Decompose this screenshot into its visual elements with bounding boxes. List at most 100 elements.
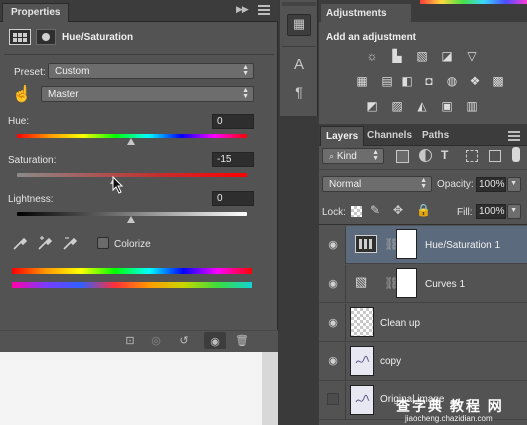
filter-smart-object-icon[interactable] — [489, 150, 501, 162]
layer-row[interactable] — [319, 265, 527, 303]
curves-icon[interactable]: ▧ — [414, 49, 430, 63]
adjustments-tab[interactable]: Adjustments — [321, 4, 411, 22]
filter-type-icon[interactable]: T — [441, 148, 448, 162]
divider — [319, 224, 527, 225]
layer-mask-thumbnail[interactable] — [396, 229, 417, 259]
lock-position-icon[interactable]: ✥ — [393, 203, 403, 217]
character-dock-icon[interactable]: A — [290, 56, 308, 74]
preset-value: Custom — [55, 66, 90, 77]
visibility-toggle-off[interactable] — [327, 393, 339, 405]
selective-color-icon[interactable]: ▣ — [439, 99, 455, 113]
view-previous-icon[interactable]: ◎ — [148, 334, 164, 348]
layer-filter-dropdown[interactable]: ⌕ Kind ▲ ▼ — [322, 148, 384, 164]
lock-transparent-icon[interactable] — [351, 206, 362, 217]
photo-filter-icon[interactable]: ◍ — [444, 74, 460, 88]
saturation-slider-track[interactable] — [17, 173, 247, 177]
divider — [319, 169, 527, 170]
tab-channels[interactable]: Channels — [362, 126, 417, 146]
preset-label: Preset: — [14, 67, 46, 78]
eye-icon[interactable]: ◉ — [326, 279, 340, 290]
lock-paint-brush-icon[interactable]: ✎ — [370, 203, 380, 217]
output-color-spectrum — [12, 282, 252, 288]
hue-slider-thumb[interactable] — [127, 138, 135, 145]
lightness-value-field[interactable]: 0 — [212, 191, 254, 206]
color-lookup-icon[interactable]: ▩ — [490, 74, 506, 88]
paragraph-dock-icon[interactable]: ¶ — [290, 84, 308, 102]
lightness-slider-thumb[interactable] — [127, 216, 135, 223]
preset-dropdown[interactable]: Custom ▲ ▼ — [48, 63, 254, 79]
layer-name: Hue/Saturation 1 — [425, 240, 501, 251]
adjustment-layer-icon[interactable] — [9, 29, 31, 45]
trash-icon[interactable]: 🗑 — [234, 334, 250, 348]
opacity-stepper[interactable]: ▼ — [507, 177, 521, 192]
blend-mode-dropdown[interactable]: Normal ▲ ▼ — [322, 176, 432, 192]
targeted-adjustment-hand-icon[interactable]: ☝ — [12, 84, 32, 104]
opacity-value-field[interactable]: 100% — [476, 177, 506, 192]
dock-empty-area — [280, 116, 318, 425]
fill-stepper[interactable]: ▼ — [507, 204, 521, 219]
blend-mode-value: Normal — [329, 179, 362, 190]
layers-menu-icon[interactable] — [508, 131, 520, 141]
properties-tab[interactable]: Properties — [2, 3, 70, 22]
colorize-checkbox[interactable] — [97, 237, 109, 249]
eyedropper-icon[interactable] — [12, 235, 28, 251]
curves-layer-thumb-icon: ▧ — [355, 274, 368, 289]
divider — [4, 54, 274, 55]
eye-icon[interactable]: ◉ — [326, 318, 340, 329]
mouse-cursor-icon — [112, 175, 126, 194]
eyedropper-minus-icon[interactable] — [62, 235, 78, 251]
colorize-label: Colorize — [114, 239, 151, 250]
layer-name: Curves 1 — [425, 279, 466, 290]
filter-adjustment-icon[interactable] — [419, 149, 432, 162]
chevron-down-icon: ▼ — [510, 180, 517, 187]
panel-menu-icon[interactable] — [258, 5, 270, 15]
clip-to-layer-icon[interactable]: ⊡ — [122, 334, 138, 348]
dropdown-arrows-icon: ▲ ▼ — [242, 64, 249, 77]
collapse-panel-icon[interactable]: ▶▶ — [236, 4, 249, 15]
saturation-value-field[interactable]: -15 — [212, 152, 254, 167]
eye-icon[interactable]: ◉ — [326, 240, 340, 251]
opacity-label: Opacity: — [437, 179, 474, 190]
dropdown-arrows-icon: ▲ ▼ — [242, 87, 249, 100]
properties-dock-icon: ▦ — [292, 16, 306, 31]
eye-icon[interactable]: ◉ — [326, 356, 340, 367]
filter-toggle-switch[interactable] — [512, 147, 520, 162]
layer-thumbnail — [350, 385, 374, 415]
hue-value-field[interactable]: 0 — [212, 114, 254, 129]
exposure-icon[interactable]: ◪ — [439, 49, 455, 63]
tab-paths[interactable]: Paths — [417, 126, 454, 146]
fill-value-field[interactable]: 100% — [476, 204, 506, 219]
eyedropper-plus-icon[interactable] — [37, 235, 53, 251]
lightness-label: Lightness: — [8, 194, 54, 205]
channel-dropdown[interactable]: Master ▲ ▼ — [41, 86, 254, 102]
chevron-down-icon: ▼ — [510, 207, 517, 214]
tab-layers[interactable]: Layers — [320, 126, 365, 146]
reset-icon[interactable]: ↺ — [176, 334, 192, 348]
dropdown-arrows-icon: ▲ ▼ — [420, 177, 427, 190]
levels-icon[interactable]: ▙ — [389, 49, 405, 63]
layer-mask-thumbnail[interactable] — [396, 268, 417, 298]
add-adjustment-label: Add an adjustment — [326, 32, 417, 43]
posterize-icon[interactable]: ▨ — [389, 99, 405, 113]
color-balance-icon[interactable]: ◧ — [399, 74, 415, 88]
search-icon: ⌕ — [329, 151, 335, 161]
layer-mask-icon[interactable] — [36, 29, 56, 45]
bw-icon[interactable]: ◘ — [421, 74, 437, 88]
lock-all-icon[interactable]: 🔒 — [416, 203, 431, 217]
filter-shape-icon[interactable] — [466, 150, 478, 162]
hue-sat-icon[interactable]: ▤ — [379, 74, 395, 88]
layer-thumbnail — [350, 346, 374, 376]
layer-name: Clean up — [380, 318, 421, 329]
dropdown-arrows-icon: ▲ ▼ — [372, 149, 379, 162]
gradient-triangle-icon[interactable]: ▽ — [464, 49, 480, 63]
threshold-icon[interactable]: ◭ — [414, 99, 430, 113]
channel-mixer-icon[interactable]: ❖ — [467, 74, 483, 88]
brightness-icon[interactable]: ☼ — [364, 49, 380, 63]
canvas-scrollbar[interactable] — [262, 352, 278, 425]
filter-pixel-icon[interactable] — [396, 150, 409, 163]
hue-label: Hue: — [8, 116, 30, 127]
gradient-map-icon[interactable]: ▥ — [464, 99, 480, 113]
vibrance-icon[interactable]: ▦ — [354, 74, 370, 88]
dock-grip[interactable] — [282, 2, 316, 6]
invert-icon[interactable]: ◩ — [364, 99, 380, 113]
